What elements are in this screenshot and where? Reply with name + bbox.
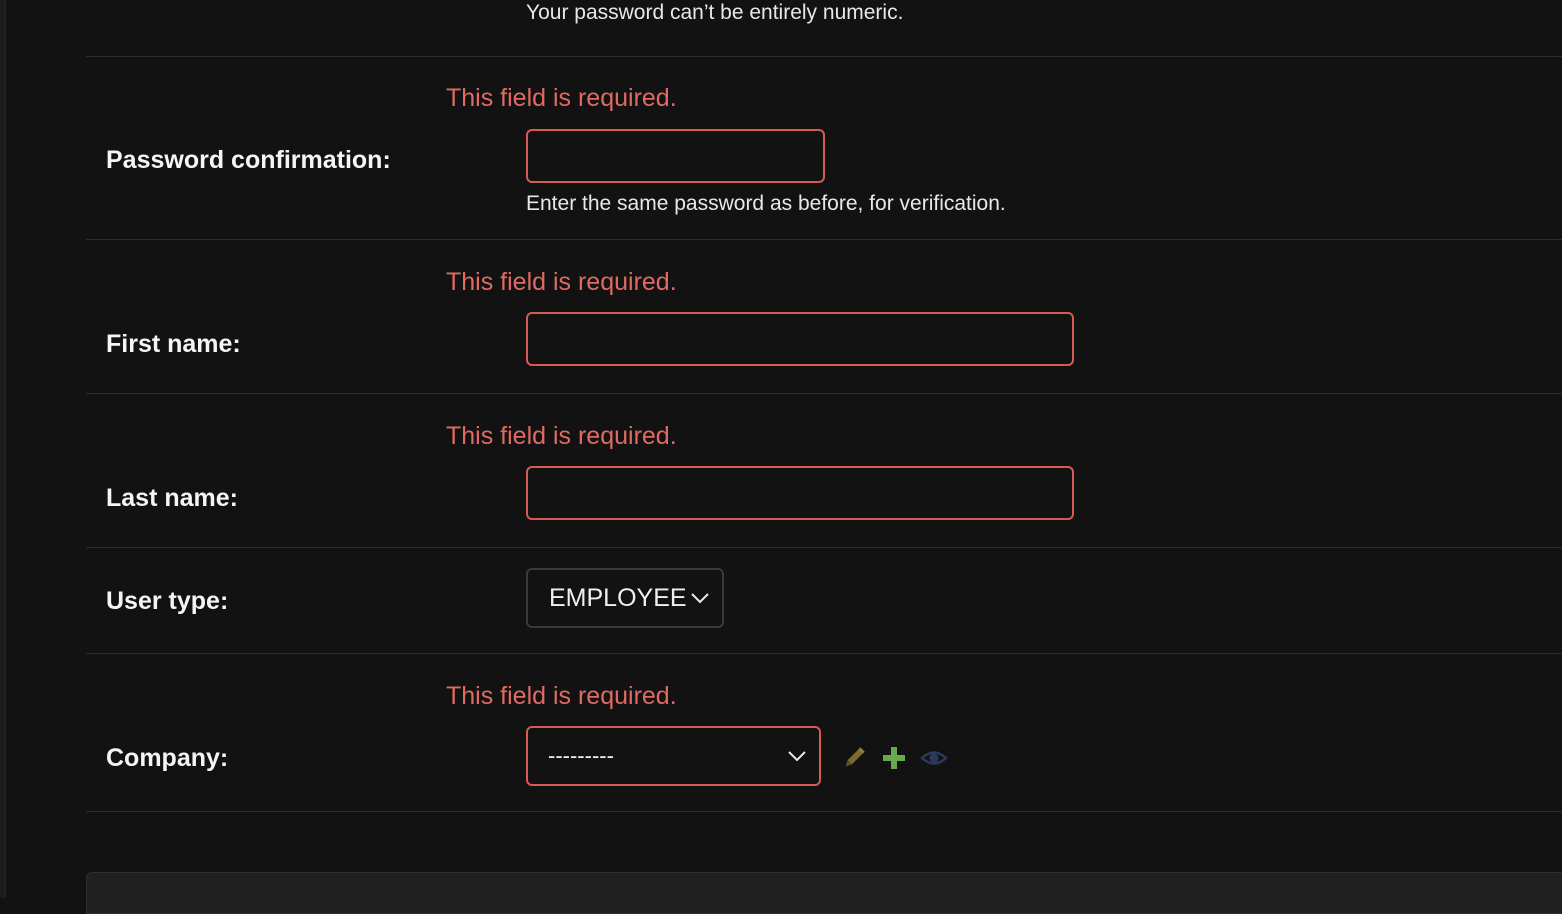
plus-icon[interactable] — [880, 744, 908, 772]
last-name-label: Last name: — [106, 484, 238, 512]
chevron-down-icon — [788, 751, 806, 762]
password-help-text: Your password can’t be entirely numeric. — [526, 1, 904, 24]
user-type-selected-value: EMPLOYEE — [549, 583, 687, 612]
sidebar-edge — [0, 0, 6, 898]
user-form: Your password can’t be entirely numeric.… — [86, 0, 1562, 898]
password-confirmation-label: Password confirmation: — [106, 146, 391, 174]
eye-icon[interactable] — [920, 744, 948, 772]
password-confirmation-help: Enter the same password as before, for v… — [526, 192, 1006, 215]
password-confirmation-input[interactable] — [526, 129, 825, 183]
user-type-label: User type: — [106, 587, 229, 615]
first-name-label: First name: — [106, 330, 241, 358]
form-row-company: This field is required. Company: -------… — [86, 654, 1562, 812]
last-name-error: This field is required. — [446, 422, 677, 450]
chevron-down-icon — [691, 593, 709, 604]
company-label: Company: — [106, 744, 229, 772]
form-row-first-name: This field is required. First name: — [86, 240, 1562, 394]
company-select[interactable]: --------- — [526, 726, 821, 786]
company-selected-value: --------- — [548, 743, 614, 768]
password-confirmation-error: This field is required. — [446, 84, 677, 112]
form-row-password-confirmation: This field is required. Password confirm… — [86, 56, 1562, 240]
user-type-select[interactable]: EMPLOYEE — [526, 568, 724, 628]
pencil-icon[interactable] — [840, 744, 868, 772]
first-name-error: This field is required. — [446, 268, 677, 296]
form-row-last-name: This field is required. Last name: — [86, 394, 1562, 548]
company-error: This field is required. — [446, 682, 677, 710]
first-name-input[interactable] — [526, 312, 1074, 366]
last-name-input[interactable] — [526, 466, 1074, 520]
form-row-password: Your password can’t be entirely numeric. — [86, 0, 1562, 57]
form-row-user-type: User type: EMPLOYEE — [86, 548, 1562, 654]
submit-row — [86, 872, 1562, 914]
